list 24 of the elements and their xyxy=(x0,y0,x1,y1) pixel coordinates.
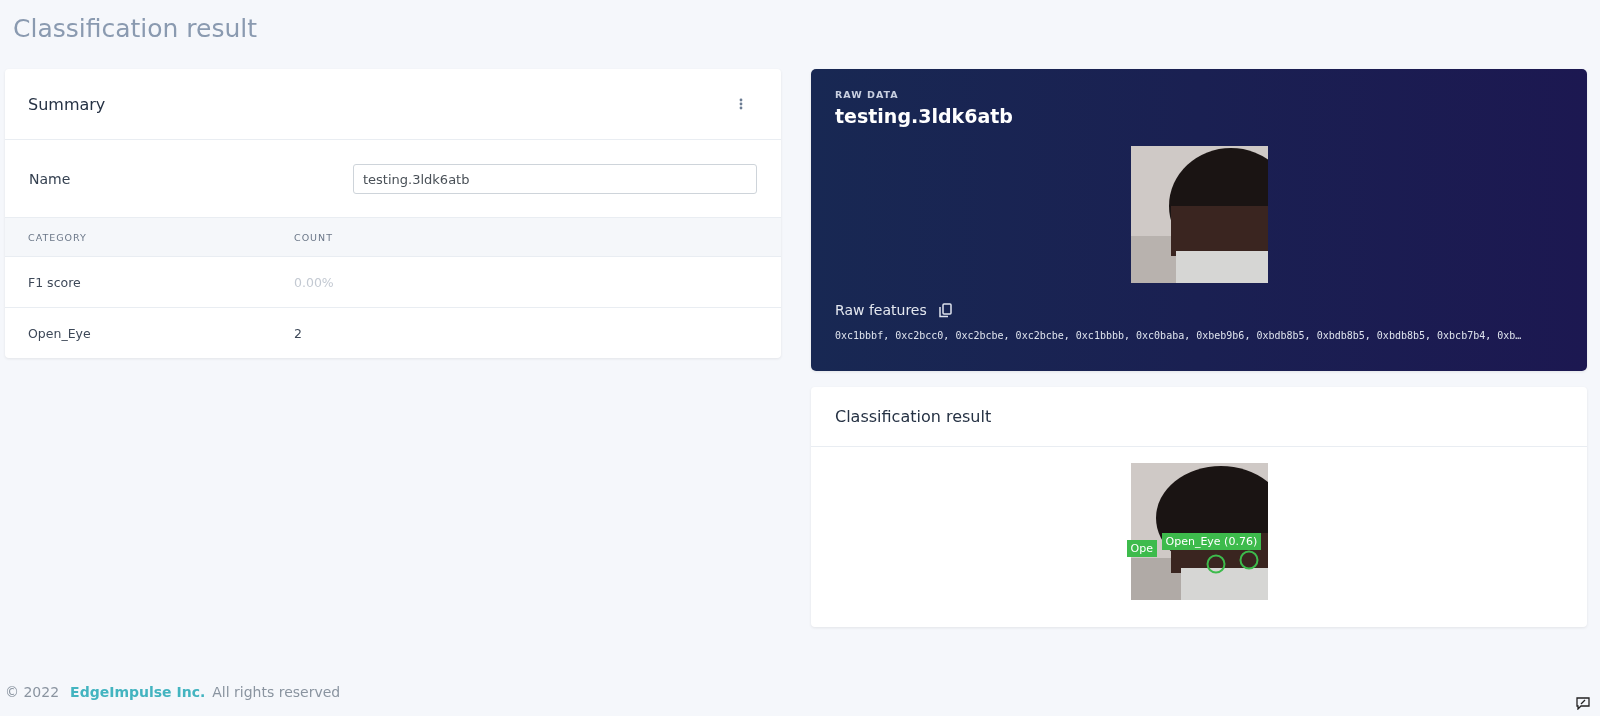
table-cell: 0.00% xyxy=(294,274,334,290)
page-title: Classification result xyxy=(13,13,259,45)
section-label: Raw features xyxy=(835,302,927,318)
section-label: RAW DATA xyxy=(835,89,900,100)
card-title: Summary xyxy=(28,94,106,114)
copyright-text: © 2022 xyxy=(5,684,60,700)
detection-label: Open_Eye (0.76) xyxy=(1161,533,1262,550)
card-title: Classification result xyxy=(835,407,992,426)
table-cell-text: F1 score xyxy=(28,274,82,290)
copyright-text: All rights reserved xyxy=(212,684,341,700)
field-label: Name xyxy=(29,171,72,187)
column-header: COUNT xyxy=(294,231,333,243)
feedback-icon[interactable] xyxy=(1576,697,1590,710)
column-header: CATEGORY xyxy=(28,231,88,243)
detection-label: Ope xyxy=(1126,540,1157,557)
copy-icon[interactable] xyxy=(938,302,952,318)
raw-features-text: 0xc1bbbf, 0xc2bcc0, 0xc2bcbe, 0xc2bcbe, 0xc1bbbb, 0xc0baba, 0xbeb9b6, 0xbdb8b5, 0xbdb8b5, 0xbdb8b5, 0xbcb7b4, 0xb… xyxy=(835,330,1523,341)
detection-circle xyxy=(1205,554,1226,574)
detection-circle xyxy=(1238,550,1259,570)
more-icon[interactable] xyxy=(739,98,743,110)
name-field[interactable]: testing.3ldk6atb xyxy=(353,164,757,194)
table-cell: 2 xyxy=(294,325,302,341)
sample-title: testing.3ldk6atb xyxy=(835,105,1014,127)
table-cell-text: Open_Eye xyxy=(28,325,92,341)
